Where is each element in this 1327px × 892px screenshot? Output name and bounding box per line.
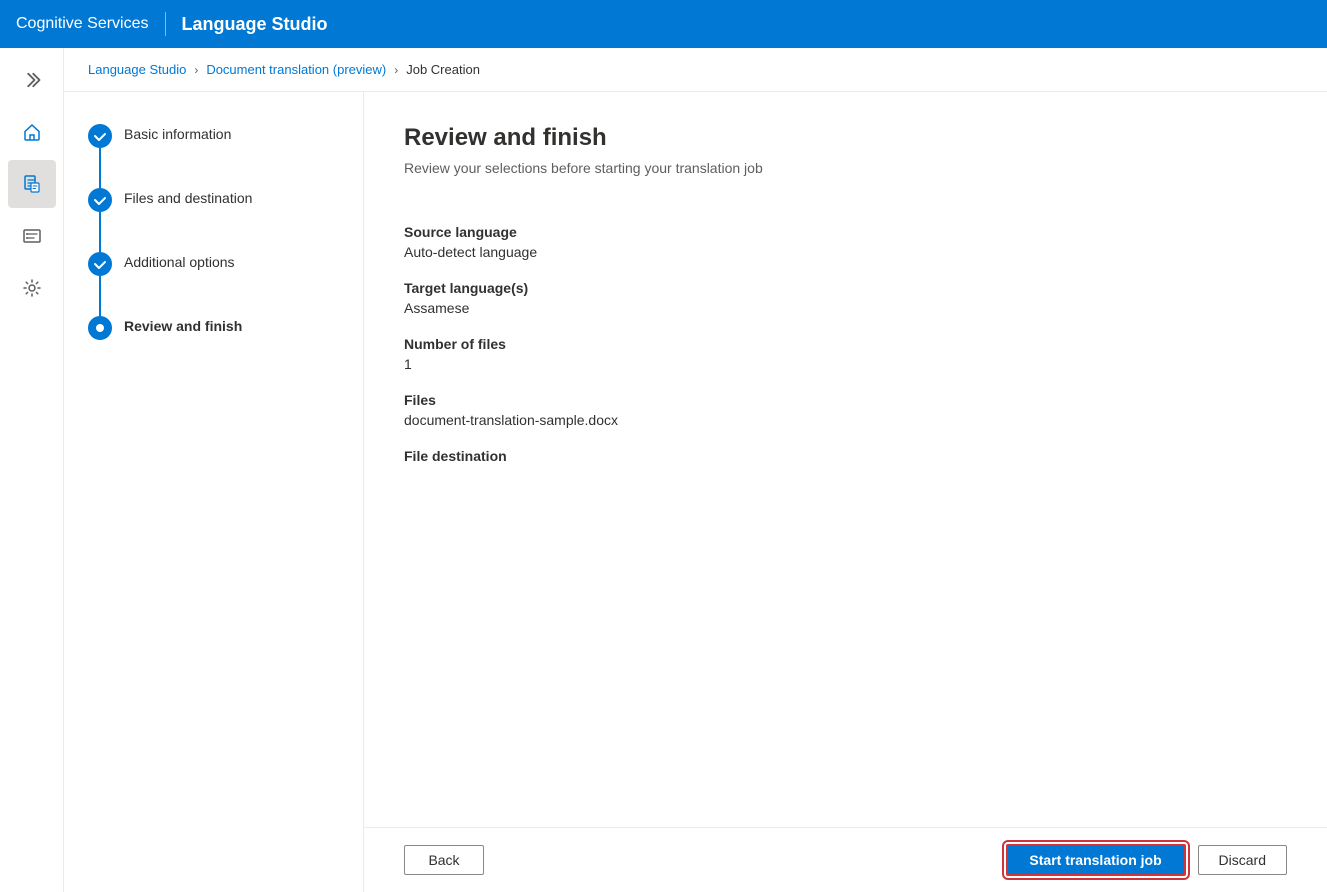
content-row: Basic information Files and destination bbox=[64, 92, 1327, 892]
step-circle-1 bbox=[88, 124, 112, 148]
breadcrumb: Language Studio › Document translation (… bbox=[64, 48, 1327, 92]
step-connector-3 bbox=[99, 276, 101, 316]
step-label-3: Additional options bbox=[124, 252, 235, 270]
review-title: Review and finish bbox=[404, 124, 1287, 152]
sidebar-settings-button[interactable] bbox=[8, 264, 56, 312]
step-basic-information: Basic information bbox=[88, 124, 339, 148]
collapse-button[interactable] bbox=[8, 56, 56, 104]
sidebar-document-button[interactable] bbox=[8, 160, 56, 208]
field-label-file-destination: File destination bbox=[404, 448, 1287, 464]
field-label-number-of-files: Number of files bbox=[404, 336, 1287, 352]
step-additional-options: Additional options bbox=[88, 252, 339, 276]
step-circle-3 bbox=[88, 252, 112, 276]
breadcrumb-sep-2: › bbox=[394, 63, 398, 77]
chevron-right-icon bbox=[22, 70, 42, 90]
settings-icon bbox=[22, 278, 42, 298]
review-container: Review and finish Review your selections… bbox=[364, 92, 1327, 892]
field-label-target-language: Target language(s) bbox=[404, 280, 1287, 296]
list-icon bbox=[22, 226, 42, 246]
step-circle-4 bbox=[88, 316, 112, 340]
step-label-1: Basic information bbox=[124, 124, 231, 142]
steps-panel: Basic information Files and destination bbox=[64, 92, 364, 892]
top-bar-divider bbox=[165, 12, 166, 36]
start-translation-button[interactable]: Start translation job bbox=[1006, 844, 1186, 876]
home-icon bbox=[22, 122, 42, 142]
field-value-source-language: Auto-detect language bbox=[404, 244, 1287, 260]
breadcrumb-sep-1: › bbox=[194, 63, 198, 77]
app-title: Language Studio bbox=[182, 14, 328, 35]
field-number-of-files: Number of files 1 bbox=[404, 316, 1287, 372]
breadcrumb-link-2[interactable]: Document translation (preview) bbox=[206, 62, 386, 77]
step-label-2: Files and destination bbox=[124, 188, 252, 206]
check-icon-3 bbox=[93, 257, 107, 271]
top-bar: Cognitive Services Language Studio bbox=[0, 0, 1327, 48]
service-label: Cognitive Services bbox=[16, 15, 149, 33]
step-files-destination: Files and destination bbox=[88, 188, 339, 212]
breadcrumb-link-1[interactable]: Language Studio bbox=[88, 62, 186, 77]
field-value-target-language: Assamese bbox=[404, 300, 1287, 316]
step-review-finish: Review and finish bbox=[88, 316, 339, 340]
field-value-files: document-translation-sample.docx bbox=[404, 412, 1287, 428]
breadcrumb-current: Job Creation bbox=[406, 62, 480, 77]
review-panel: Review and finish Review your selections… bbox=[364, 92, 1327, 827]
field-files: Files document-translation-sample.docx bbox=[404, 372, 1287, 428]
field-source-language: Source language Auto-detect language bbox=[404, 204, 1287, 260]
discard-button[interactable]: Discard bbox=[1198, 845, 1287, 875]
field-label-files: Files bbox=[404, 392, 1287, 408]
sidebar-icons bbox=[0, 48, 64, 892]
field-value-number-of-files: 1 bbox=[404, 356, 1287, 372]
main-content: Language Studio › Document translation (… bbox=[64, 48, 1327, 892]
step-connector-1 bbox=[99, 148, 101, 188]
step-circle-2 bbox=[88, 188, 112, 212]
back-button[interactable]: Back bbox=[404, 845, 484, 875]
active-dot-icon bbox=[95, 323, 105, 333]
sidebar-list-button[interactable] bbox=[8, 212, 56, 260]
field-label-source-language: Source language bbox=[404, 224, 1287, 240]
check-icon-1 bbox=[93, 129, 107, 143]
review-subtitle: Review your selections before starting y… bbox=[404, 160, 1287, 176]
layout: Language Studio › Document translation (… bbox=[0, 48, 1327, 892]
field-target-language: Target language(s) Assamese bbox=[404, 260, 1287, 316]
sidebar-home-button[interactable] bbox=[8, 108, 56, 156]
document-icon bbox=[22, 174, 42, 194]
field-file-destination: File destination bbox=[404, 428, 1287, 468]
action-bar: Back Start translation job Discard bbox=[364, 827, 1327, 892]
step-label-4: Review and finish bbox=[124, 316, 242, 334]
check-icon-2 bbox=[93, 193, 107, 207]
step-connector-2 bbox=[99, 212, 101, 252]
